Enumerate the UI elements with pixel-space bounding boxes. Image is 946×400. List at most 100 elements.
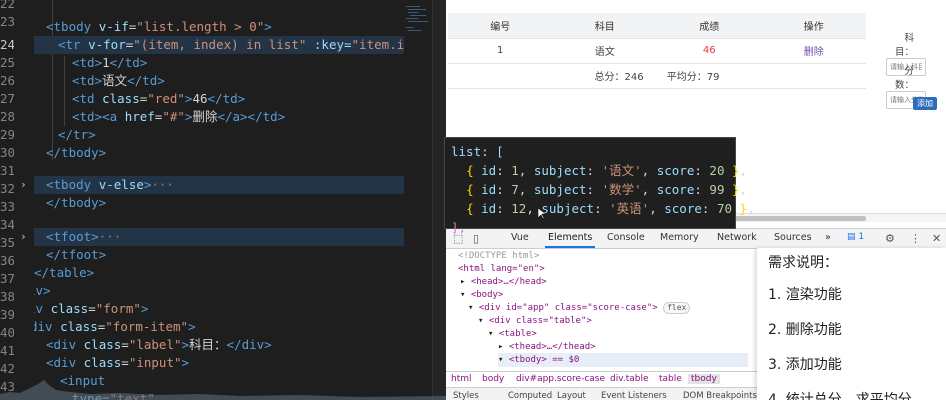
note-item: 3. 添加功能 — [768, 357, 842, 373]
line-number: 37 — [0, 271, 14, 286]
code-line-active[interactable]: <tr v-for="(item, index) in list" :key="… — [34, 36, 406, 54]
line-number: 29 — [0, 127, 14, 142]
tooltip-footer: ], — [451, 220, 467, 235]
breadcrumb-item[interactable]: div.table — [610, 374, 649, 384]
table-footer: 总分：246 平均分：79 — [448, 63, 866, 89]
issues-badge[interactable]: ▤ 1 — [847, 232, 864, 242]
score-label: 分数： — [894, 66, 914, 91]
more-tabs-button[interactable]: » — [825, 232, 831, 243]
tab-sources[interactable]: Sources — [774, 232, 812, 243]
line-number: 33 — [0, 199, 14, 214]
close-icon[interactable]: ✕ — [932, 232, 941, 245]
audio-waveform — [0, 380, 446, 400]
dom-node[interactable]: ▾ <div id="app" class="score-case"> flex — [468, 301, 691, 315]
tooltip-row: { id: 12, subject: '英语', score: 70 }, — [466, 201, 755, 216]
issues-icon: ▤ — [847, 232, 856, 242]
dom-node-selected[interactable]: ▾ <tbody> == $0 — [498, 353, 748, 367]
average-score: 平均分：79 — [666, 72, 720, 83]
dom-node[interactable]: ▾ <body> — [460, 288, 503, 302]
code-line[interactable]: </tr> — [58, 126, 406, 144]
fold-chevron-icon[interactable]: › — [20, 176, 30, 194]
tooltip-row: { id: 1, subject: '语文', score: 20 }, — [466, 163, 747, 178]
line-number: 32 — [0, 181, 14, 196]
code-line[interactable]: <td>语文</td> — [72, 72, 406, 90]
line-number: 36 — [0, 253, 14, 268]
code-line[interactable]: </tbody> — [46, 144, 406, 162]
line-number: 40 — [0, 325, 14, 340]
code-line-folded[interactable]: <tfoot>··· — [34, 228, 406, 246]
line-number: 35 — [0, 235, 14, 250]
line-number: 24 — [0, 37, 14, 52]
line-number: 23 — [0, 14, 14, 29]
code-line[interactable]: </table> — [34, 264, 406, 282]
tooltip-header: list: [ — [451, 144, 504, 159]
breadcrumb-item[interactable]: table — [659, 374, 682, 384]
minimap[interactable] — [404, 0, 432, 400]
tooltip-row: { id: 7, subject: '数学', score: 99 }, — [466, 182, 747, 197]
code-line[interactable]: </tbody> — [46, 194, 406, 212]
cell-subject: 语文 — [552, 38, 657, 64]
flex-badge[interactable]: flex — [663, 302, 691, 314]
add-button[interactable]: 添加 — [913, 97, 937, 110]
code-editor[interactable]: 22 23 24 25 26 27 28 29 30 31 32 33 34 3… — [0, 0, 446, 400]
header-score: 成绩 — [656, 13, 762, 39]
breadcrumb-item[interactable]: body — [482, 374, 504, 384]
cell-id: 1 — [448, 38, 553, 64]
breadcrumb-item[interactable]: html — [451, 374, 472, 384]
code-line[interactable]: iv class="form"> — [34, 300, 400, 318]
code-line[interactable]: div class="form-item"> — [34, 318, 402, 336]
subtab-event-listeners[interactable]: Event Listeners — [601, 391, 667, 400]
subtab-dom-breakpoints[interactable]: DOM Breakpoints — [683, 391, 757, 400]
code-line[interactable]: <td><a href="#">删除</a></td> — [72, 108, 406, 126]
line-number: 30 — [0, 145, 14, 160]
dom-node[interactable]: <html lang="en"> — [458, 262, 545, 276]
code-line[interactable]: <div class="label">科目：</div> — [46, 336, 406, 354]
score-table: 编号 科目 成绩 操作 1 语文 46 删除 总分：246 平均分：79 — [448, 13, 866, 89]
subtab-styles[interactable]: Styles — [453, 391, 479, 400]
code-line[interactable]: <td class="red">46</td> — [72, 90, 406, 108]
fold-chevron-icon[interactable]: › — [20, 228, 30, 246]
dom-node[interactable]: ▸ <thead>…</thead> — [498, 340, 596, 354]
code-line[interactable]: iv> — [34, 282, 400, 300]
dom-node[interactable]: ▸ <head>…</head> — [460, 275, 547, 289]
line-number: 41 — [0, 343, 14, 358]
note-item: 1. 渲染功能 — [768, 287, 842, 303]
code-line[interactable]: </tfoot> — [46, 246, 406, 264]
delete-link[interactable]: 删除 — [804, 47, 824, 58]
line-number: 22 — [0, 0, 14, 11]
line-number: 28 — [0, 109, 14, 124]
line-number: 27 — [0, 91, 14, 106]
note-item: 2. 删除功能 — [768, 322, 842, 338]
line-number-gutter: 22 23 24 25 26 27 28 29 30 31 32 33 34 3… — [0, 0, 32, 400]
dom-node[interactable]: ▾ <table> — [488, 327, 537, 341]
breadcrumb-item[interactable]: div#app.score-case — [516, 374, 605, 384]
subtab-computed[interactable]: Computed — [508, 391, 552, 400]
dom-node[interactable]: <!DOCTYPE html> — [458, 249, 539, 263]
cell-score: 46 — [656, 38, 762, 64]
subject-label: 科目： — [894, 33, 914, 58]
line-number: 38 — [0, 289, 14, 304]
variable-hover-tooltip: list: [ { id: 1, subject: '语文', score: 2… — [444, 137, 755, 235]
line-number: 34 — [0, 217, 14, 232]
dom-node[interactable]: ▾ <div class="table"> — [478, 314, 592, 328]
code-line[interactable]: <td>1</td> — [72, 54, 406, 72]
line-number: 31 — [0, 163, 14, 178]
line-number: 25 — [0, 55, 14, 70]
table-row: 1 语文 46 删除 — [448, 38, 866, 64]
header-action: 操作 — [761, 13, 866, 39]
header-subject: 科目 — [552, 13, 657, 39]
header-id: 编号 — [448, 13, 553, 39]
code-line-folded[interactable]: <tbody v-else>··· — [34, 176, 406, 194]
total-score: 总分：246 — [594, 72, 644, 83]
line-number: 26 — [0, 73, 14, 88]
subtab-layout[interactable]: Layout — [557, 391, 586, 400]
settings-gear-icon[interactable]: ⚙ — [885, 232, 895, 245]
code-line[interactable]: <tbody v-if="list.length > 0"> — [46, 18, 406, 36]
line-number: 39 — [0, 307, 14, 322]
breadcrumb-item-selected[interactable]: tbody — [688, 374, 720, 384]
mouse-cursor-icon — [538, 208, 546, 219]
note-item: 4. 统计总分，求平均分 — [768, 392, 912, 400]
code-lines[interactable]: <tbody v-if="list.length > 0"> <tr v-for… — [34, 0, 406, 400]
more-options-icon[interactable]: ⋮ — [910, 232, 921, 245]
note-title: 需求说明： — [768, 255, 838, 271]
